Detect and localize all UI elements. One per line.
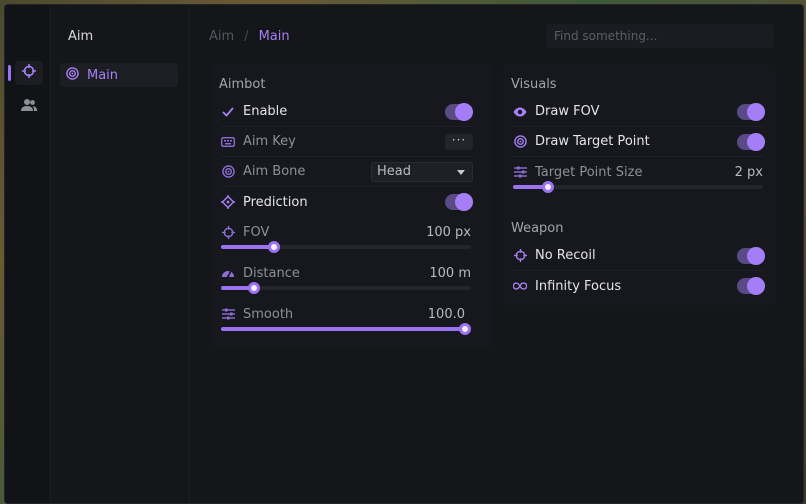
icon-rail xyxy=(5,5,51,503)
aim-bone-label: Aim Bone xyxy=(243,164,306,179)
rail-aim-button[interactable] xyxy=(15,61,43,85)
infinity-focus-label: Infinity Focus xyxy=(535,278,622,294)
draw-fov-toggle[interactable] xyxy=(737,102,765,121)
crosshair-diamond-icon xyxy=(221,195,235,209)
prediction-row: Prediction xyxy=(221,187,473,217)
aim-key-button[interactable]: ··· xyxy=(445,133,473,150)
distance-value: 100 m xyxy=(429,265,471,281)
nav-item-main[interactable]: Main xyxy=(60,63,178,87)
smooth-label: Smooth xyxy=(243,306,294,322)
enable-toggle[interactable] xyxy=(445,102,473,121)
fov-slider[interactable] xyxy=(221,241,471,253)
distance-label: Distance xyxy=(243,265,300,281)
enable-row: Enable xyxy=(221,97,473,127)
distance-slider-row: Distance 100 m xyxy=(221,264,471,294)
breadcrumb: Aim / Main xyxy=(209,29,290,44)
aim-key-label: Aim Key xyxy=(243,134,296,149)
aim-bone-select[interactable]: Head xyxy=(371,161,473,182)
aimbot-title: Aimbot xyxy=(219,77,266,92)
nav-title: Aim xyxy=(68,29,94,44)
draw-target-point-row: Draw Target Point xyxy=(513,127,765,157)
rail-active-indicator xyxy=(8,65,11,81)
app-window: Aim Main Aim / Main Aimbot Enable xyxy=(4,4,804,504)
smooth-slider[interactable] xyxy=(221,323,471,335)
target-point-size-slider[interactable] xyxy=(513,181,763,193)
no-recoil-toggle[interactable] xyxy=(737,246,765,265)
keyboard-icon xyxy=(221,135,235,149)
smooth-slider-row: Smooth 100.0 xyxy=(221,305,471,335)
draw-target-point-toggle[interactable] xyxy=(737,132,765,151)
sliders-icon xyxy=(513,165,527,179)
section-nav: Aim Main xyxy=(52,5,190,503)
crosshair-icon xyxy=(221,225,235,239)
draw-fov-label: Draw FOV xyxy=(535,104,600,119)
sliders-icon xyxy=(221,307,235,321)
visuals-panel: Visuals Draw FOV Draw Target Point Targe… xyxy=(503,65,775,305)
target-point-size-value: 2 px xyxy=(734,164,763,180)
smooth-slider-fill xyxy=(221,327,465,331)
aim-bone-row: Aim Bone Head xyxy=(221,157,473,187)
breadcrumb-current: Main xyxy=(258,29,290,44)
fov-label: FOV xyxy=(243,224,270,240)
rail-players-button[interactable] xyxy=(15,95,43,119)
no-recoil-row: No Recoil xyxy=(513,241,765,271)
chevron-down-icon xyxy=(457,169,465,175)
fov-slider-row: FOV 100 px xyxy=(221,223,471,253)
aim-key-row: Aim Key ··· xyxy=(221,127,473,157)
target-point-size-slider-row: Target Point Size 2 px xyxy=(513,163,763,193)
aim-bone-value: Head xyxy=(377,164,411,179)
fov-value: 100 px xyxy=(426,224,471,240)
fov-slider-thumb[interactable] xyxy=(267,241,280,253)
draw-fov-row: Draw FOV xyxy=(513,97,765,127)
draw-target-point-label: Draw Target Point xyxy=(535,134,650,149)
target-point-size-slider-thumb[interactable] xyxy=(542,181,554,193)
infinity-focus-toggle[interactable] xyxy=(737,277,765,295)
eye-icon xyxy=(513,105,527,119)
prediction-label: Prediction xyxy=(243,194,308,210)
aimbot-panel: Aimbot Enable Aim Key ··· Aim Bone Head … xyxy=(211,65,493,347)
breadcrumb-parent[interactable]: Aim xyxy=(209,29,234,44)
infinity-focus-row: Infinity Focus xyxy=(513,271,765,301)
search-input[interactable] xyxy=(546,24,774,48)
infinity-icon xyxy=(513,279,527,293)
breadcrumb-separator: / xyxy=(244,29,249,44)
distance-slider[interactable] xyxy=(221,282,471,294)
users-icon xyxy=(21,98,37,116)
target-icon xyxy=(66,66,79,84)
target-icon xyxy=(221,165,235,179)
smooth-slider-thumb[interactable] xyxy=(459,323,471,335)
check-icon xyxy=(221,105,235,119)
crosshair-icon xyxy=(22,64,36,82)
weapon-title: Weapon xyxy=(511,221,564,236)
main-content: Aim / Main Aimbot Enable Aim Key ··· xyxy=(191,5,803,503)
target-point-size-label: Target Point Size xyxy=(535,164,643,180)
enable-label: Enable xyxy=(243,104,288,119)
distance-slider-thumb[interactable] xyxy=(247,282,260,294)
nav-item-label: Main xyxy=(87,67,119,83)
fov-slider-fill xyxy=(221,245,274,249)
gauge-icon xyxy=(221,266,235,280)
prediction-toggle[interactable] xyxy=(445,193,473,211)
target-icon xyxy=(513,135,527,149)
visuals-title: Visuals xyxy=(511,77,557,92)
smooth-value: 100.0 xyxy=(427,306,465,322)
no-recoil-label: No Recoil xyxy=(535,248,596,263)
crosshair-icon xyxy=(513,249,527,263)
